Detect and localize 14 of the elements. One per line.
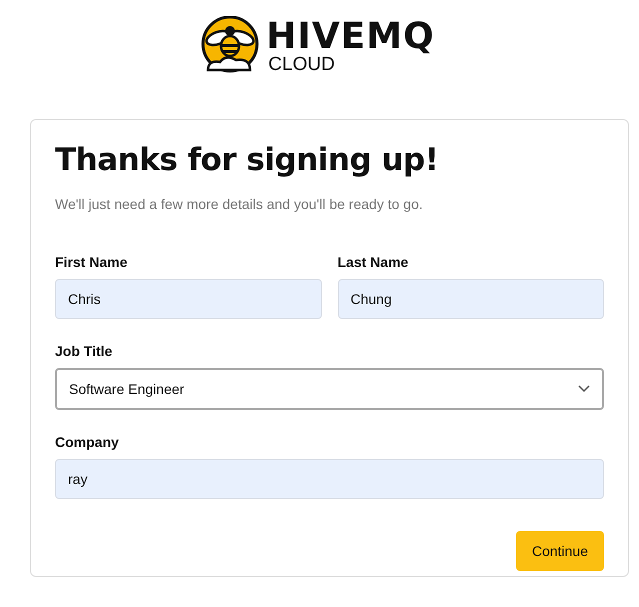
form-title: Thanks for signing up! [55,142,440,178]
text-field[interactable]: ray [55,459,604,499]
brand-name: HIVEMQ [266,18,435,54]
continue-button[interactable]: Continue [516,531,604,571]
text-field[interactable]: Chris [55,279,322,319]
chevron-down-icon [578,385,590,393]
select-field[interactable]: Software Engineer [55,368,604,410]
field-label: Company [55,434,120,450]
field-label: First Name [55,254,128,270]
form-subtitle: We'll just need a few more details and you'll be ready to go. [55,196,424,212]
text-field[interactable]: Chung [338,279,604,319]
brand-subtitle: CLOUD [268,54,336,74]
field-label: Job Title [55,343,114,359]
field-label: Last Name [338,254,410,270]
